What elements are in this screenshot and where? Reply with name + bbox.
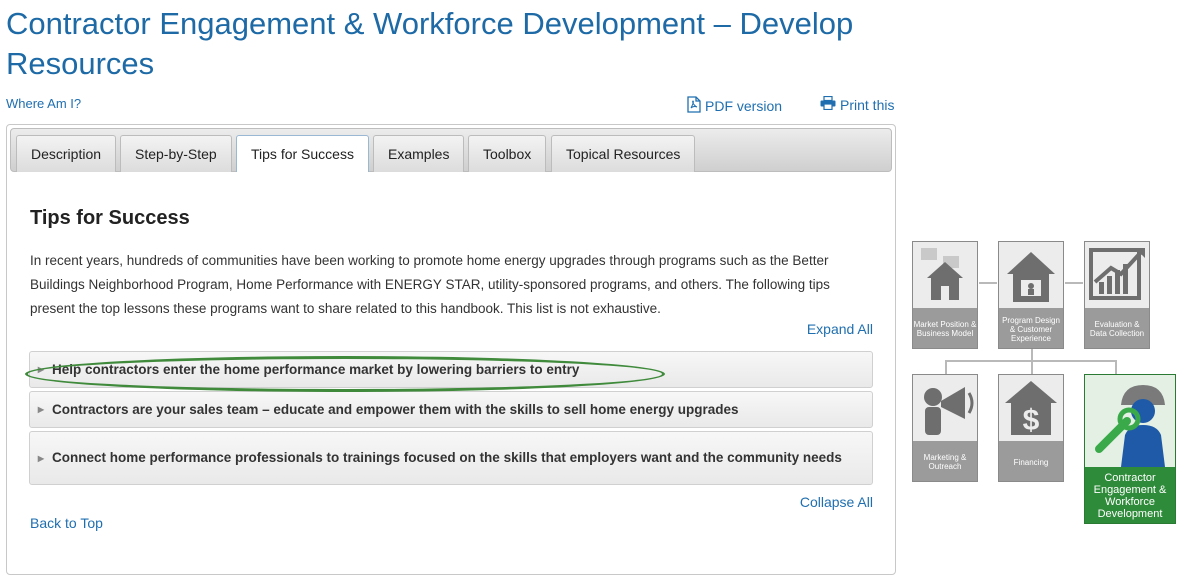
dollar-house-icon: $ [999,375,1063,441]
chart-icon [1085,242,1149,308]
accordion-item[interactable]: ▶ Help contractors enter the home perfor… [29,351,873,388]
tile-label: Marketing & Outreach [923,453,967,471]
back-to-top-link[interactable]: Back to Top [30,515,103,531]
pdf-version-link[interactable]: PDF version [686,96,782,116]
connector-arrow [1115,360,1117,374]
tab-topical-resources[interactable]: Topical Resources [551,135,696,172]
intro-paragraph: In recent years, hundreds of communities… [30,253,830,316]
tile-evaluation[interactable]: Evaluation & Data Collection [1084,241,1150,349]
tab-tips-for-success[interactable]: Tips for Success [236,135,369,172]
accordion-item-label: Contractors are your sales team – educat… [52,401,739,417]
expand-all-link[interactable]: Expand All [807,321,873,337]
connector-arrow [945,360,1115,362]
tile-label: Financing [1013,457,1049,467]
tile-label: Program Design & Customer Experience [1002,315,1060,343]
tile-program-design[interactable]: Program Design & Customer Experience [998,241,1064,349]
connector-arrow [979,282,997,284]
tile-market-position[interactable]: Market Position & Business Model [912,241,978,349]
pdf-icon [686,96,702,116]
where-am-i-link[interactable]: Where Am I? [6,96,81,111]
tile-label: Contractor Engagement & Workforce Develo… [1093,472,1167,520]
section-heading: Tips for Success [30,207,190,229]
content-panel: Description Step-by-Step Tips for Succes… [6,124,896,575]
tile-marketing[interactable]: Marketing & Outreach [912,374,978,482]
collapse-all-link[interactable]: Collapse All [800,494,873,510]
accordion-item-label: Help contractors enter the home performa… [52,361,580,377]
accordion-item[interactable]: ▶ Connect home performance professionals… [29,431,873,485]
caret-right-icon: ▶ [37,365,45,374]
tab-examples[interactable]: Examples [373,135,465,172]
program-diagram: Market Position & Business Model Program… [905,235,1195,535]
print-label: Print this [840,96,895,113]
tab-bar: Description Step-by-Step Tips for Succes… [10,128,892,172]
accordion-item[interactable]: ▶ Contractors are your sales team – educ… [29,391,873,428]
caret-right-icon: ▶ [37,405,45,414]
houses-icon [913,242,977,308]
connector-arrow [1065,282,1083,284]
printer-icon [820,95,836,113]
svg-text:$: $ [1023,404,1040,437]
tab-step-by-step[interactable]: Step-by-Step [120,135,232,172]
tile-label: Evaluation & Data Collection [1089,320,1145,338]
tab-toolbox[interactable]: Toolbox [468,135,547,172]
tile-label: Market Position & Business Model [913,320,977,338]
tab-description[interactable]: Description [16,135,117,172]
tile-financing[interactable]: $ Financing [998,374,1064,482]
page-title: Contractor Engagement & Workforce Develo… [6,6,854,81]
caret-right-icon: ▶ [37,453,45,463]
house-person-icon [999,242,1063,308]
pdf-version-label: PDF version [705,98,783,114]
megaphone-icon [913,375,977,441]
worker-wrench-icon [1085,375,1175,467]
print-link[interactable]: Print this [820,95,895,113]
accordion-item-label: Connect home performance professionals t… [52,450,842,465]
connector-arrow [945,360,947,374]
tile-contractor-engagement[interactable]: Contractor Engagement & Workforce Develo… [1084,374,1176,524]
